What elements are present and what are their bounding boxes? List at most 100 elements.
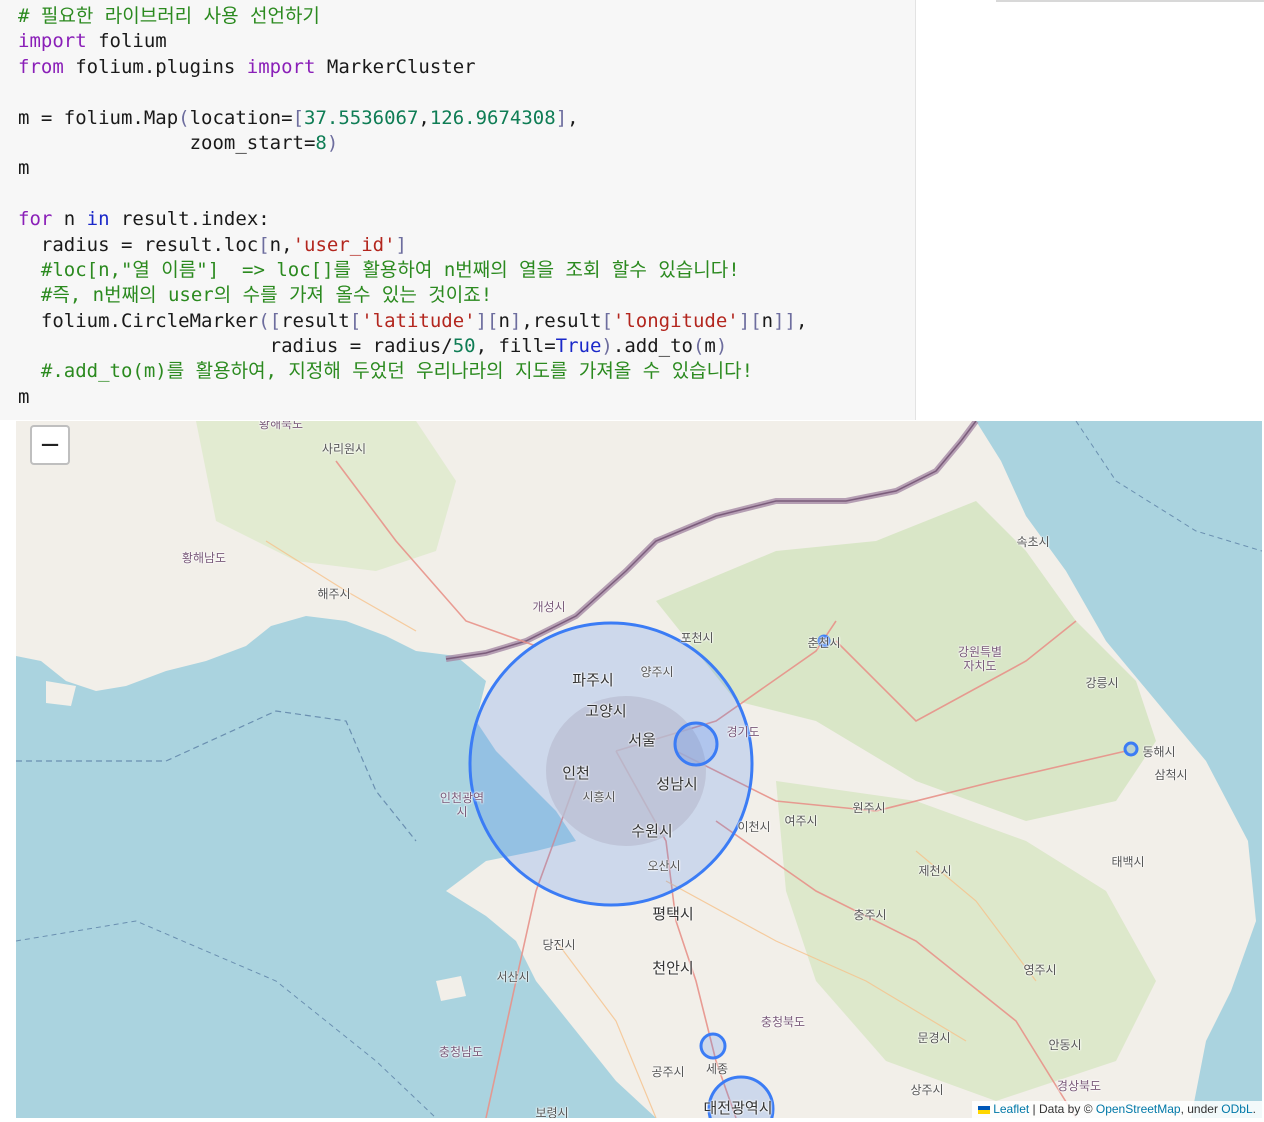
label-chungbuk: 충청북도 <box>760 1015 806 1029</box>
code-token: m = folium.Map <box>18 106 179 129</box>
label-chungnam: 충청남도 <box>438 1045 484 1059</box>
label-dangjin: 당진시 <box>542 938 576 952</box>
code-token: 'latitude' <box>361 309 476 332</box>
circle-marker-seoul-metro <box>468 621 754 907</box>
odbl-link[interactable]: ODbL <box>1221 1102 1252 1116</box>
code-token: 'user_id' <box>292 233 396 256</box>
code-token: ] <box>555 106 568 129</box>
circle-marker-east-seoul <box>673 721 719 767</box>
code-token: ([ <box>258 309 282 332</box>
code-token: #.add_to(m)를 활용하여, 지정해 두었던 우리나라의 지도를 가져올… <box>18 360 754 383</box>
label-boryeong: 보령시 <box>535 1106 569 1118</box>
code-line: m = folium.Map(location=[37.5536067,126.… <box>18 106 807 131</box>
label-seongnam: 성남시 <box>656 775 698 793</box>
code-token: zoom_start= <box>18 131 316 154</box>
code-token: ,result <box>521 309 602 332</box>
circle-marker-sejong <box>699 1032 727 1060</box>
label-icheon: 이천시 <box>737 820 771 834</box>
code-token: [ <box>349 309 362 332</box>
code-token: 126.9674308 <box>429 106 556 129</box>
code-cell[interactable]: # 필요한 라이브러리 사용 선언하기 import folium from fol… <box>0 0 916 420</box>
label-hwanghae-north: 황해북도 <box>258 421 304 431</box>
code-line: m <box>18 385 807 410</box>
code-token: folium.plugins <box>63 55 247 78</box>
code-token: ( <box>178 106 190 129</box>
label-gongju: 공주시 <box>651 1065 685 1079</box>
label-yangju: 양주시 <box>640 665 674 679</box>
code-token: from <box>18 55 64 78</box>
code-token: n <box>761 309 774 332</box>
label-chungju: 충주시 <box>853 908 887 922</box>
code-token: .add_to <box>612 335 693 358</box>
label-mungyeong: 문경시 <box>917 1031 951 1045</box>
code-line: import folium <box>18 29 807 54</box>
code-token: [ <box>601 309 613 332</box>
label-chuncheon: 춘천시 <box>807 636 841 650</box>
label-gyeongbuk: 경상북도 <box>1056 1079 1102 1093</box>
code-token: MarkerCluster <box>315 55 476 78</box>
label-gyeonggi: 경기도 <box>726 725 760 739</box>
code-token: ] <box>509 309 522 332</box>
label-seoul: 서울 <box>628 731 656 749</box>
island-2 <box>46 681 76 706</box>
code-token: import <box>18 30 87 53</box>
label-daejeon: 대전광역시 <box>703 1099 773 1117</box>
label-goyang: 고양시 <box>585 702 627 720</box>
code-token: , fill= <box>475 335 556 358</box>
code-token: , <box>796 309 808 332</box>
label-donghae: 동해시 <box>1142 745 1176 759</box>
code-token: # 필요한 라이브러리 사용 선언하기 <box>18 5 320 27</box>
code-line: radius = radius/50, fill=True).add_to(m) <box>18 334 807 359</box>
label-yeongju: 영주시 <box>1023 963 1057 977</box>
label-siheung: 시흥시 <box>582 790 616 804</box>
code-line: from folium.plugins import MarkerCluster <box>18 55 807 80</box>
label-haeju: 해주시 <box>317 587 351 601</box>
code-token: in <box>86 208 110 231</box>
attribution-under: , under <box>1180 1102 1222 1116</box>
openstreetmap-link[interactable]: OpenStreetMap <box>1096 1102 1181 1116</box>
label-kaesong: 개성시 <box>532 600 566 614</box>
code-token: folium.CircleMarker <box>18 309 259 332</box>
code-token: result.index: <box>109 208 270 231</box>
code-token: [ <box>292 106 305 129</box>
label-sejong: 세종 <box>705 1062 729 1076</box>
code-token: [ <box>258 233 270 256</box>
label-incheon-metro: 인천광역 시 <box>439 791 485 819</box>
code-token: for <box>18 208 53 231</box>
code-token: n <box>52 208 87 231</box>
code-token: ) <box>715 335 728 358</box>
code-token: location= <box>189 106 293 129</box>
code-token: result <box>281 309 350 332</box>
label-yeoju: 여주시 <box>784 814 818 828</box>
label-taebaek: 태백시 <box>1111 855 1145 869</box>
label-incheon: 인천 <box>562 764 590 782</box>
zoom-out-button[interactable]: − <box>30 425 70 465</box>
code-token: radius = radius/ <box>18 335 453 358</box>
code-token: True <box>555 335 602 358</box>
code-token: m <box>18 157 30 180</box>
island-3 <box>436 976 466 1001</box>
code-token: , <box>418 106 430 129</box>
label-andong: 안동시 <box>1048 1038 1082 1052</box>
label-sariwon: 사리원시 <box>321 442 367 456</box>
code-line: folium.CircleMarker([result['latitude'][… <box>18 309 808 334</box>
code-token: ) <box>601 335 613 358</box>
code-token: folium <box>86 30 167 53</box>
leaflet-link[interactable]: Leaflet <box>993 1102 1029 1116</box>
circle-marker-donghae <box>1123 741 1139 757</box>
label-pyeongtaek: 평택시 <box>652 905 694 923</box>
folium-map[interactable]: 황해북도 사리원시 황해남도 해주시 개성시 포천시 춘천시 속초시 강원특별 … <box>16 421 1262 1118</box>
code-line: for n in result.index: <box>18 207 807 232</box>
label-suwon: 수원시 <box>631 822 673 840</box>
code-token: 8 <box>315 131 327 154</box>
map-attribution: Leaflet | Data by © OpenStreetMap, under… <box>972 1101 1262 1118</box>
label-pocheon: 포천시 <box>680 631 714 645</box>
code-editor[interactable]: # 필요한 라이브러리 사용 선언하기 import folium from fol… <box>18 4 807 410</box>
label-wonju: 원주시 <box>852 801 886 815</box>
code-token: n <box>498 309 510 332</box>
label-hwanghae-south: 황해남도 <box>181 551 227 565</box>
label-gangwon: 강원특별 자치도 <box>957 645 1003 673</box>
attribution-data-by: | Data by © <box>1029 1102 1096 1116</box>
